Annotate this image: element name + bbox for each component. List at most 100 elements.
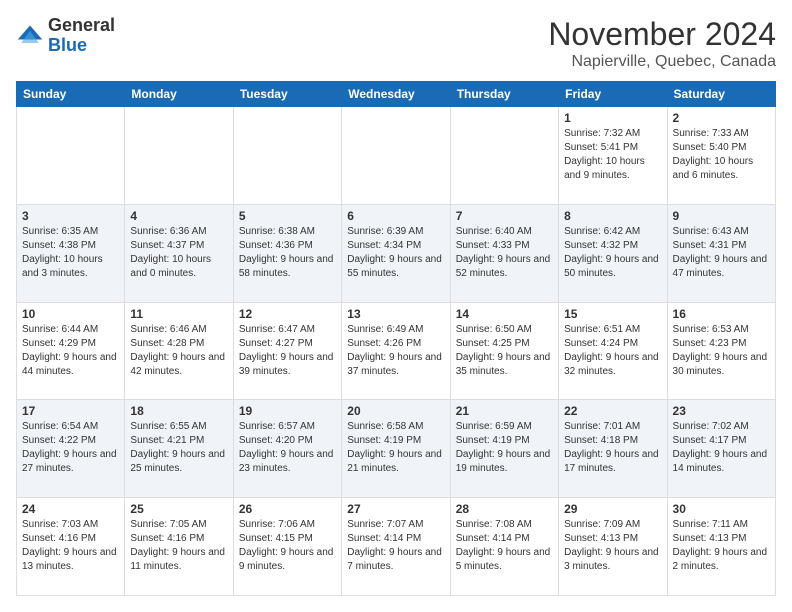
month-title: November 2024 (548, 16, 776, 53)
day-number: 8 (564, 209, 661, 223)
logo: General Blue (16, 16, 115, 56)
day-info: Sunrise: 6:36 AM Sunset: 4:37 PM Dayligh… (130, 225, 227, 281)
day-info: Sunrise: 7:05 AM Sunset: 4:16 PM Dayligh… (130, 518, 227, 574)
day-info: Sunrise: 7:11 AM Sunset: 4:13 PM Dayligh… (673, 518, 770, 574)
day-info: Sunrise: 6:44 AM Sunset: 4:29 PM Dayligh… (22, 323, 119, 379)
day-info: Sunrise: 6:51 AM Sunset: 4:24 PM Dayligh… (564, 323, 661, 379)
day-number: 13 (347, 307, 444, 321)
day-info: Sunrise: 6:58 AM Sunset: 4:19 PM Dayligh… (347, 420, 444, 476)
day-number: 16 (673, 307, 770, 321)
day-cell: 21 Sunrise: 6:59 AM Sunset: 4:19 PM Dayli… (450, 400, 558, 498)
day-header-friday: Friday (559, 82, 667, 107)
day-cell (125, 107, 233, 205)
day-info: Sunrise: 6:54 AM Sunset: 4:22 PM Dayligh… (22, 420, 119, 476)
day-info: Sunrise: 6:42 AM Sunset: 4:32 PM Dayligh… (564, 225, 661, 281)
day-cell: 12 Sunrise: 6:47 AM Sunset: 4:27 PM Dayli… (233, 302, 341, 400)
day-cell: 27Sunrise: 7:07 AM Sunset: 4:14 PM Dayli… (342, 498, 450, 596)
day-cell: 18 Sunrise: 6:55 AM Sunset: 4:21 PM Dayli… (125, 400, 233, 498)
day-cell: 7 Sunrise: 6:40 AM Sunset: 4:33 PM Daylig… (450, 204, 558, 302)
day-number: 14 (456, 307, 553, 321)
day-cell: 9 Sunrise: 6:43 AM Sunset: 4:31 PM Daylig… (667, 204, 775, 302)
day-info: Sunrise: 6:43 AM Sunset: 4:31 PM Dayligh… (673, 225, 770, 281)
day-number: 22 (564, 404, 661, 418)
page: General Blue November 2024 Napierville, … (0, 0, 792, 612)
day-number: 6 (347, 209, 444, 223)
day-info: Sunrise: 7:01 AM Sunset: 4:18 PM Dayligh… (564, 420, 661, 476)
day-info: Sunrise: 6:50 AM Sunset: 4:25 PM Dayligh… (456, 323, 553, 379)
day-number: 20 (347, 404, 444, 418)
week-row-2: 10 Sunrise: 6:44 AM Sunset: 4:29 PM Dayli… (17, 302, 776, 400)
day-info: Sunrise: 6:59 AM Sunset: 4:19 PM Dayligh… (456, 420, 553, 476)
week-row-3: 17 Sunrise: 6:54 AM Sunset: 4:22 PM Dayli… (17, 400, 776, 498)
day-cell (233, 107, 341, 205)
day-number: 17 (22, 404, 119, 418)
day-cell: 19 Sunrise: 6:57 AM Sunset: 4:20 PM Dayli… (233, 400, 341, 498)
day-cell: 22 Sunrise: 7:01 AM Sunset: 4:18 PM Dayli… (559, 400, 667, 498)
day-cell: 16 Sunrise: 6:53 AM Sunset: 4:23 PM Dayli… (667, 302, 775, 400)
day-number: 10 (22, 307, 119, 321)
calendar-table: SundayMondayTuesdayWednesdayThursdayFrid… (16, 81, 776, 596)
day-cell: 17 Sunrise: 6:54 AM Sunset: 4:22 PM Dayli… (17, 400, 125, 498)
location: Napierville, Quebec, Canada (548, 53, 776, 71)
day-number: 21 (456, 404, 553, 418)
day-cell (450, 107, 558, 205)
day-info: Sunrise: 6:47 AM Sunset: 4:27 PM Dayligh… (239, 323, 336, 379)
day-number: 2 (673, 111, 770, 125)
day-info: Sunrise: 6:49 AM Sunset: 4:26 PM Dayligh… (347, 323, 444, 379)
day-cell: 23Sunrise: 7:02 AM Sunset: 4:17 PM Dayli… (667, 400, 775, 498)
day-number: 4 (130, 209, 227, 223)
day-number: 7 (456, 209, 553, 223)
day-number: 28 (456, 502, 553, 516)
logo-blue: Blue (48, 35, 87, 55)
day-info: Sunrise: 6:55 AM Sunset: 4:21 PM Dayligh… (130, 420, 227, 476)
logo-text: General Blue (48, 16, 115, 56)
day-info: Sunrise: 7:08 AM Sunset: 4:14 PM Dayligh… (456, 518, 553, 574)
logo-general: General (48, 15, 115, 35)
day-header-sunday: Sunday (17, 82, 125, 107)
day-number: 9 (673, 209, 770, 223)
day-info: Sunrise: 6:46 AM Sunset: 4:28 PM Dayligh… (130, 323, 227, 379)
day-info: Sunrise: 7:32 AM Sunset: 5:41 PM Dayligh… (564, 127, 661, 183)
day-header-saturday: Saturday (667, 82, 775, 107)
day-cell: 14 Sunrise: 6:50 AM Sunset: 4:25 PM Dayli… (450, 302, 558, 400)
day-cell: 3 Sunrise: 6:35 AM Sunset: 4:38 PM Daylig… (17, 204, 125, 302)
day-number: 11 (130, 307, 227, 321)
day-info: Sunrise: 7:09 AM Sunset: 4:13 PM Dayligh… (564, 518, 661, 574)
day-number: 26 (239, 502, 336, 516)
week-row-0: 1Sunrise: 7:32 AM Sunset: 5:41 PM Daylig… (17, 107, 776, 205)
day-cell: 13 Sunrise: 6:49 AM Sunset: 4:26 PM Dayli… (342, 302, 450, 400)
day-number: 5 (239, 209, 336, 223)
header: General Blue November 2024 Napierville, … (16, 16, 776, 71)
day-cell: 1Sunrise: 7:32 AM Sunset: 5:41 PM Daylig… (559, 107, 667, 205)
day-info: Sunrise: 6:38 AM Sunset: 4:36 PM Dayligh… (239, 225, 336, 281)
day-number: 24 (22, 502, 119, 516)
day-number: 12 (239, 307, 336, 321)
day-header-monday: Monday (125, 82, 233, 107)
day-header-wednesday: Wednesday (342, 82, 450, 107)
day-info: Sunrise: 6:35 AM Sunset: 4:38 PM Dayligh… (22, 225, 119, 281)
title-block: November 2024 Napierville, Quebec, Canad… (548, 16, 776, 71)
day-number: 19 (239, 404, 336, 418)
day-info: Sunrise: 6:57 AM Sunset: 4:20 PM Dayligh… (239, 420, 336, 476)
day-number: 18 (130, 404, 227, 418)
logo-icon (16, 22, 44, 50)
day-info: Sunrise: 6:53 AM Sunset: 4:23 PM Dayligh… (673, 323, 770, 379)
day-cell: 26 Sunrise: 7:06 AM Sunset: 4:15 PM Dayli… (233, 498, 341, 596)
day-cell: 29Sunrise: 7:09 AM Sunset: 4:13 PM Dayli… (559, 498, 667, 596)
day-cell: 30 Sunrise: 7:11 AM Sunset: 4:13 PM Dayli… (667, 498, 775, 596)
day-cell: 5 Sunrise: 6:38 AM Sunset: 4:36 PM Daylig… (233, 204, 341, 302)
day-cell: 8 Sunrise: 6:42 AM Sunset: 4:32 PM Daylig… (559, 204, 667, 302)
day-number: 15 (564, 307, 661, 321)
week-row-4: 24Sunrise: 7:03 AM Sunset: 4:16 PM Dayli… (17, 498, 776, 596)
day-info: Sunrise: 7:06 AM Sunset: 4:15 PM Dayligh… (239, 518, 336, 574)
day-cell: 25Sunrise: 7:05 AM Sunset: 4:16 PM Dayli… (125, 498, 233, 596)
day-info: Sunrise: 7:07 AM Sunset: 4:14 PM Dayligh… (347, 518, 444, 574)
day-cell: 11 Sunrise: 6:46 AM Sunset: 4:28 PM Dayli… (125, 302, 233, 400)
day-cell: 15 Sunrise: 6:51 AM Sunset: 4:24 PM Dayli… (559, 302, 667, 400)
day-cell: 28 Sunrise: 7:08 AM Sunset: 4:14 PM Dayli… (450, 498, 558, 596)
day-cell: 24Sunrise: 7:03 AM Sunset: 4:16 PM Dayli… (17, 498, 125, 596)
day-number: 23 (673, 404, 770, 418)
day-number: 30 (673, 502, 770, 516)
day-info: Sunrise: 6:40 AM Sunset: 4:33 PM Dayligh… (456, 225, 553, 281)
day-number: 3 (22, 209, 119, 223)
